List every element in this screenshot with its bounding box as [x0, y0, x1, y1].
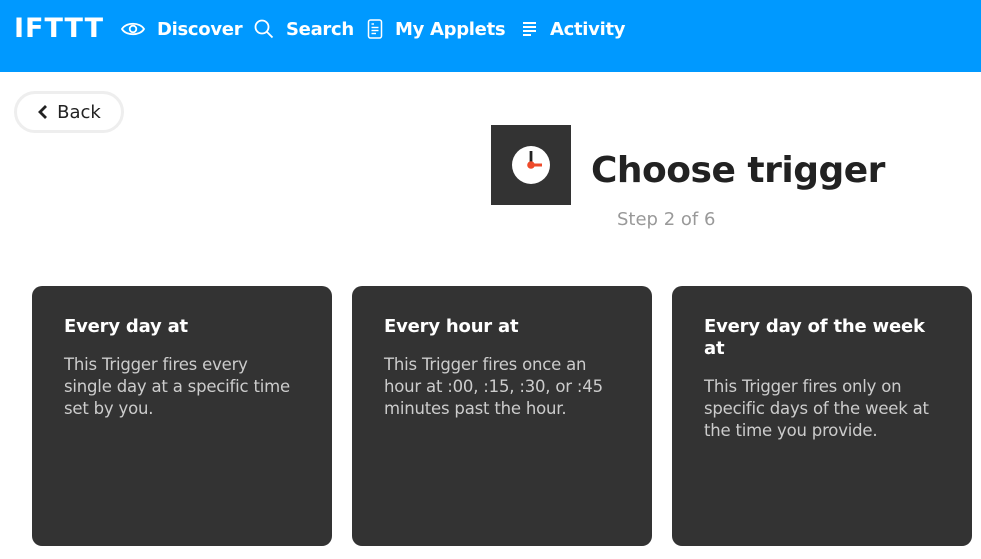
nav-discover-label: Discover — [157, 18, 243, 40]
trigger-description: This Trigger fires once an hour at :00, … — [384, 355, 603, 418]
document-icon — [367, 19, 383, 39]
trigger-title: Every hour at — [384, 316, 519, 337]
nav-activity[interactable]: Activity — [522, 16, 626, 42]
search-icon — [254, 19, 274, 39]
chevron-left-icon — [38, 105, 48, 119]
clock-icon — [512, 146, 550, 184]
ifttt-logo[interactable]: IFTTT — [14, 14, 104, 44]
step-indicator: Step 2 of 6 — [617, 209, 716, 230]
service-icon-date-time — [491, 125, 571, 205]
trigger-card-every-day-of-week[interactable]: Every day of the week at This Trigger fi… — [672, 286, 972, 546]
top-navigation-bar: IFTTT Discover Search My Applets Activit… — [0, 0, 981, 72]
nav-activity-label: Activity — [550, 18, 626, 40]
trigger-title: Every day of the week at — [704, 316, 925, 359]
trigger-description: This Trigger fires every single day at a… — [64, 355, 290, 418]
trigger-title: Every day at — [64, 316, 188, 337]
eye-icon — [121, 22, 145, 36]
nav-discover[interactable]: Discover — [121, 16, 243, 42]
trigger-description: This Trigger fires only on specific days… — [704, 377, 929, 440]
back-button[interactable]: Back — [14, 91, 124, 133]
nav-my-applets[interactable]: My Applets — [367, 16, 506, 42]
nav-search-label: Search — [286, 18, 354, 40]
page-title: Choose trigger — [591, 150, 885, 191]
list-icon — [523, 22, 536, 36]
nav-search[interactable]: Search — [254, 16, 354, 42]
trigger-card-every-day[interactable]: Every day at This Trigger fires every si… — [32, 286, 332, 546]
nav-my-applets-label: My Applets — [395, 18, 506, 40]
back-button-label: Back — [57, 101, 101, 123]
trigger-card-every-hour[interactable]: Every hour at This Trigger fires once an… — [352, 286, 652, 546]
